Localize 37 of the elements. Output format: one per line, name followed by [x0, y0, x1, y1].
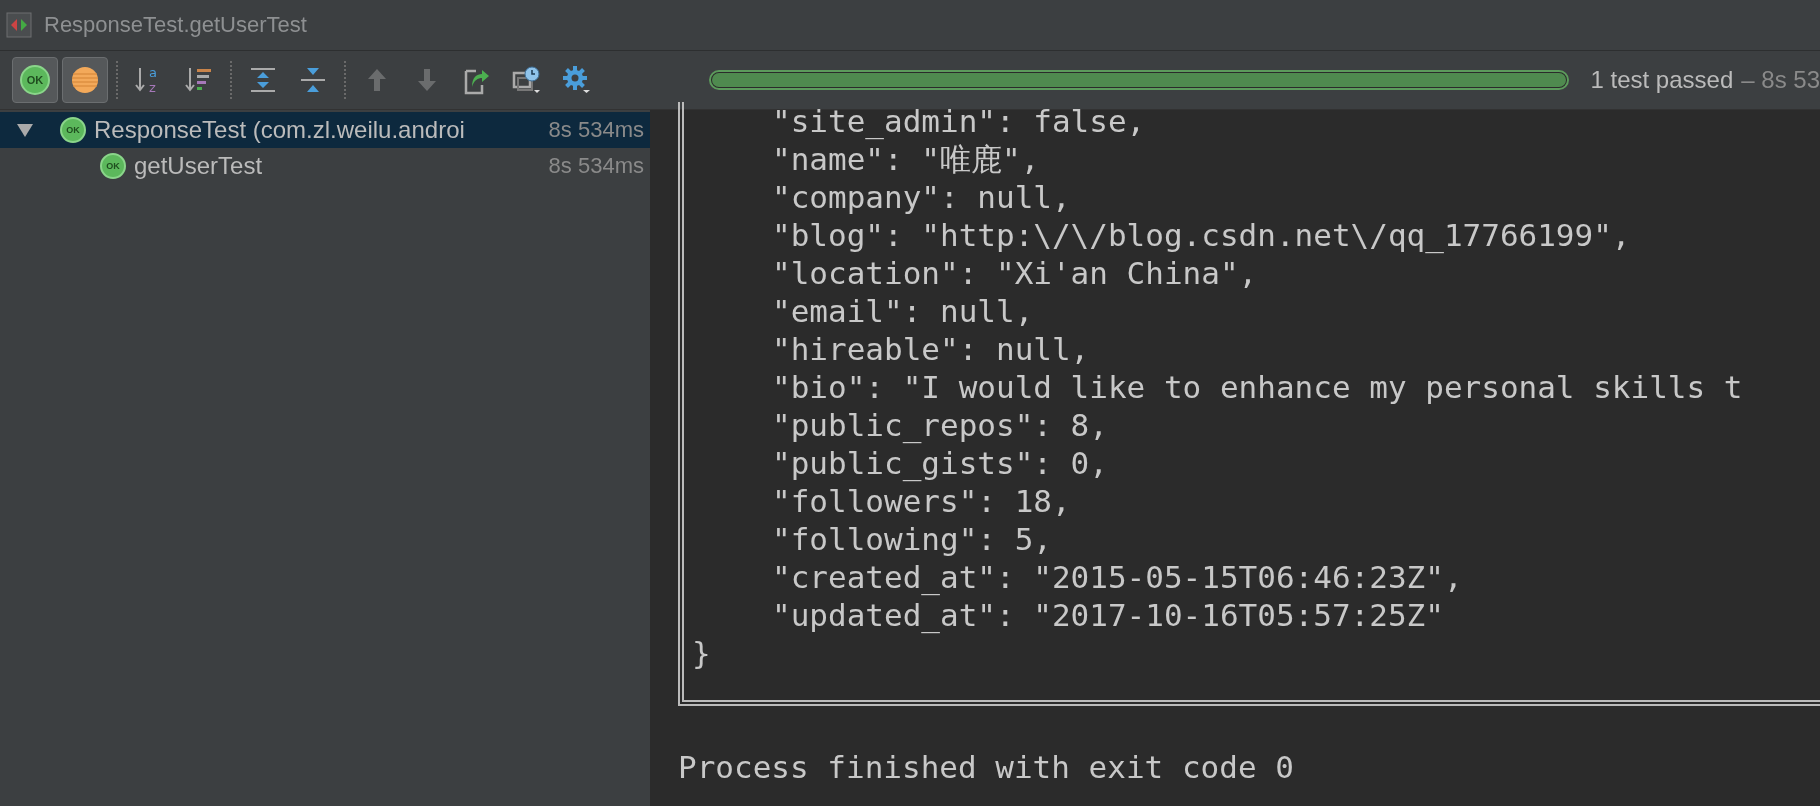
tree-row[interactable]: OK ResponseTest (com.zl.weilu.androi 8s 534ms — [0, 112, 650, 148]
ignored-filter-button[interactable] — [62, 57, 108, 103]
console-line: "email": null, — [771, 292, 1035, 330]
status-text: 1 test passed — [1590, 66, 1734, 94]
history-icon — [512, 65, 542, 95]
console-line: "company": null, — [771, 178, 1072, 216]
console-line: "followers": 18, — [771, 482, 1072, 520]
tree-row[interactable]: OK getUserTest 8s 534ms — [0, 148, 650, 184]
ignored-filter-icon — [70, 65, 100, 95]
status-badge: OK — [60, 117, 86, 143]
exit-message: Process finished with exit code 0 — [678, 748, 1295, 786]
status-badge: OK — [100, 153, 126, 179]
console-line: "site_admin": false, — [771, 102, 1147, 140]
console-line: "bio": "I would like to enhance my personal skills t — [771, 368, 1744, 406]
expand-all-icon — [248, 65, 278, 95]
console-line: "location": "Xi'an China", — [771, 254, 1259, 292]
ok-filter-button[interactable]: OK — [12, 57, 58, 103]
duration-text: – 8s 53 — [1741, 66, 1820, 94]
console-line: "updated_at": "2017-10-16T05:57:25Z" — [771, 596, 1445, 634]
expanded-arrow-icon[interactable] — [16, 122, 34, 138]
test-name: getUserTest — [134, 152, 264, 180]
console-line: } — [692, 634, 712, 672]
console-line: "created_at": "2015-05-15T06:46:23Z", — [771, 558, 1464, 596]
console-line: "public_gists": 0, — [771, 444, 1109, 482]
console-line: "blog": "http:\/\/blog.csdn.net\/qq_17766199", — [771, 216, 1632, 254]
console-line: "public_repos": 8, — [771, 406, 1109, 444]
test-duration: 8s 534ms — [548, 153, 644, 179]
test-duration: 8s 534ms — [548, 117, 644, 143]
test-name: ResponseTest (com.zl.weilu.androi — [94, 116, 466, 144]
run-window-icon — [6, 12, 32, 38]
console-line: "following": 5, — [771, 520, 1053, 558]
sort-alpha-button[interactable]: a z — [126, 57, 172, 103]
console-line: "name": "唯鹿", — [771, 140, 1041, 178]
window-title: ResponseTest.getUserTest — [44, 12, 307, 38]
collapse-all-icon — [298, 65, 328, 95]
settings-icon — [562, 65, 592, 95]
console-line: "hireable": null, — [771, 330, 1091, 368]
